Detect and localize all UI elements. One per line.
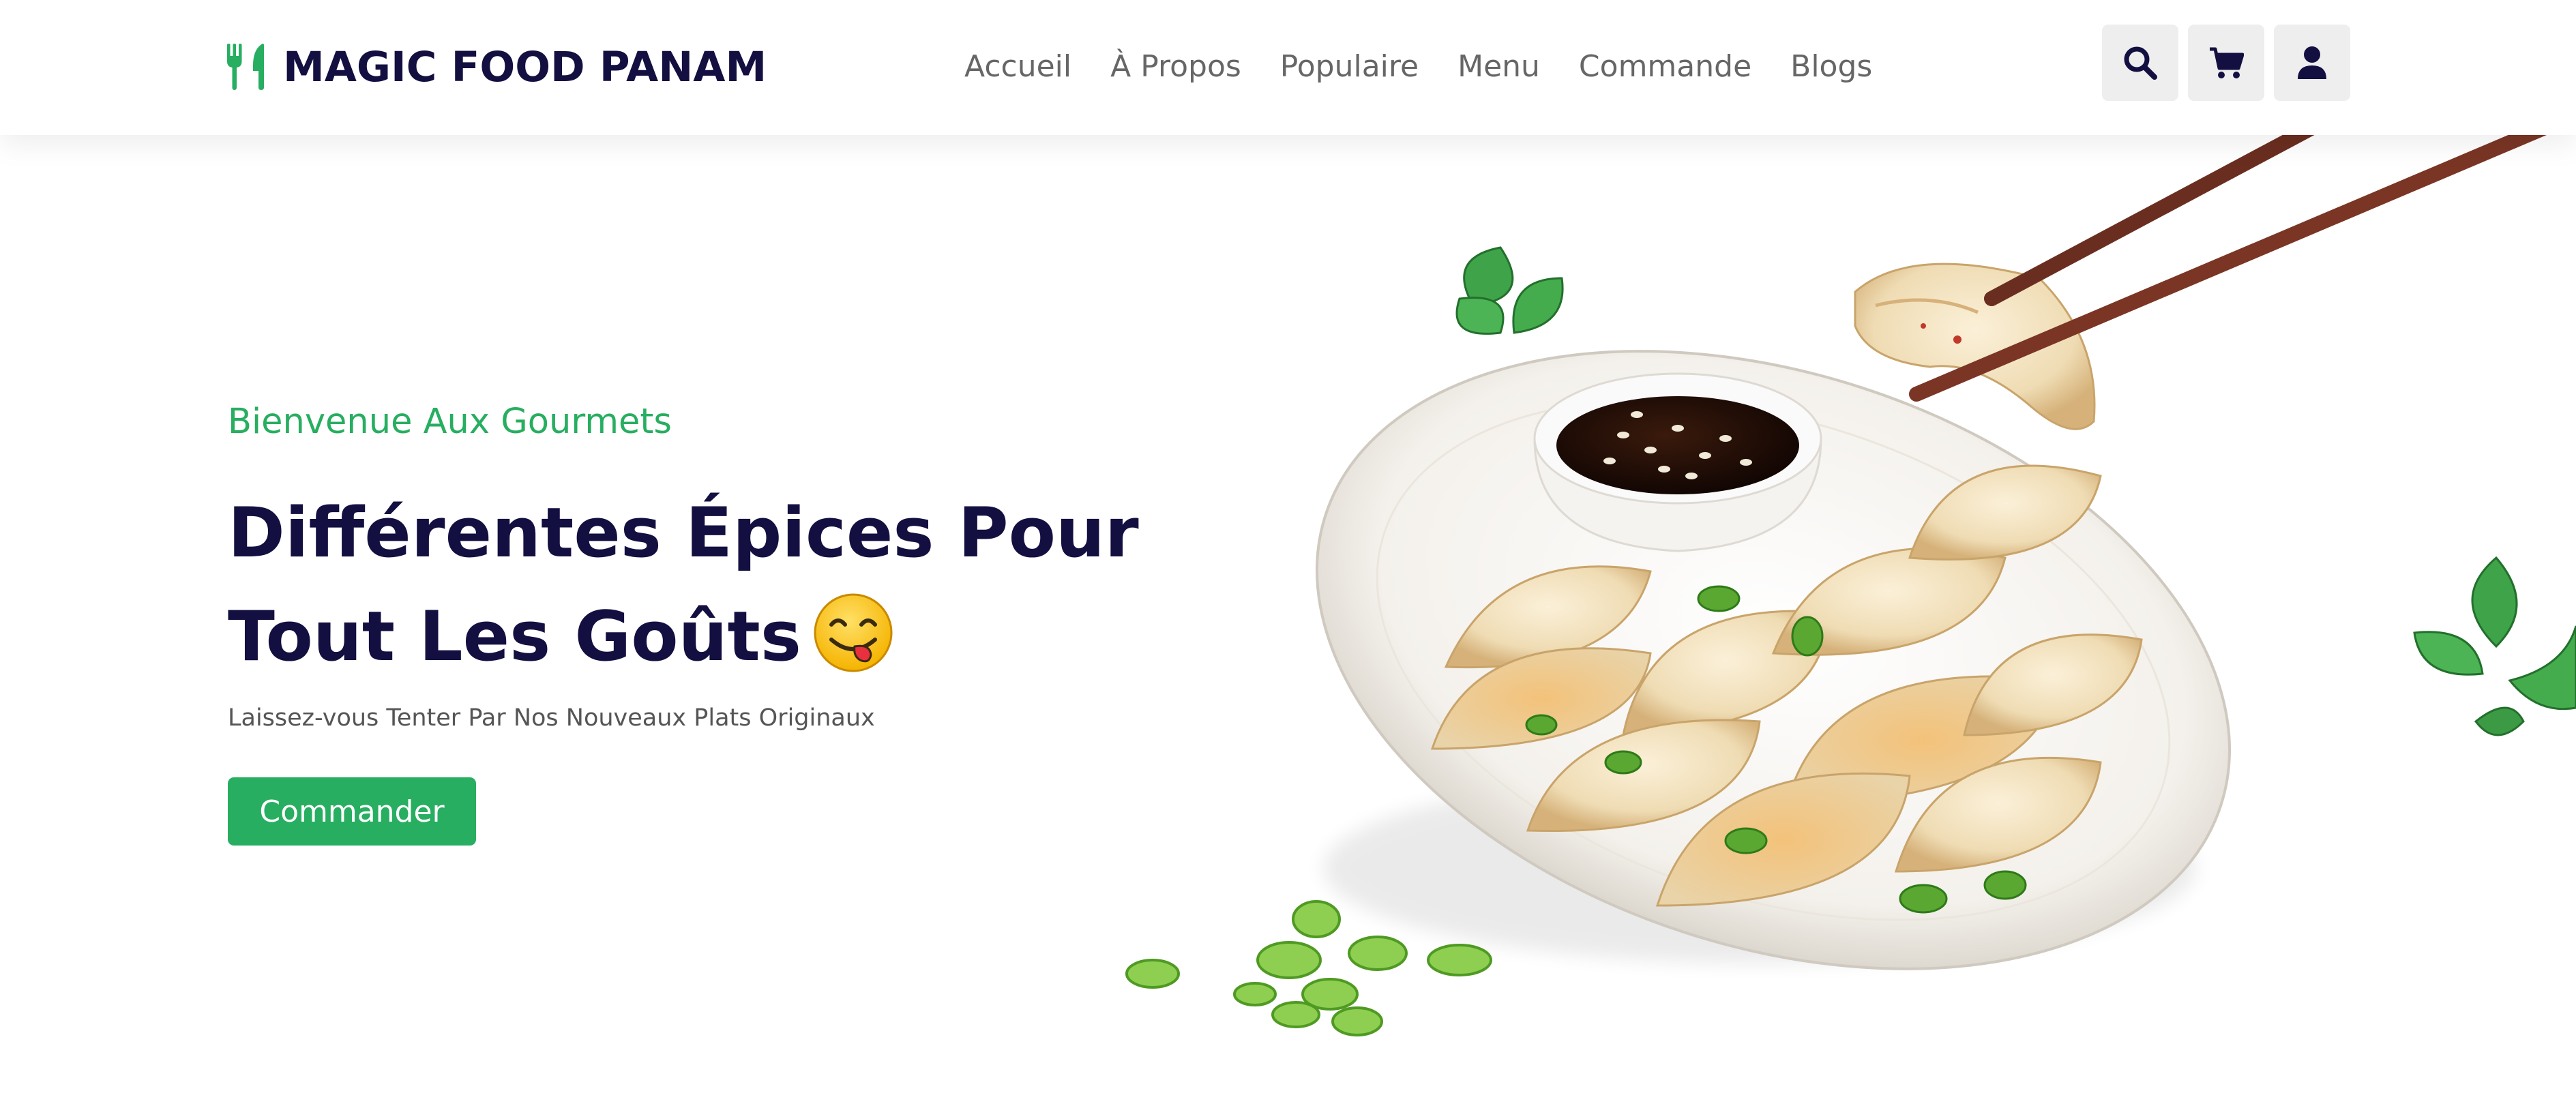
- nav-link-populaire[interactable]: Populaire: [1280, 52, 1419, 82]
- nav-link-menu[interactable]: Menu: [1457, 52, 1540, 82]
- user-icon: [2298, 46, 2326, 79]
- nav-link-a-propos[interactable]: À Propos: [1110, 52, 1241, 82]
- search-button[interactable]: [2102, 25, 2178, 101]
- nav-link-commande[interactable]: Commande: [1579, 52, 1751, 82]
- utensils-icon: [227, 44, 264, 90]
- chopsticks: [1909, 135, 2547, 402]
- cart-button[interactable]: [2188, 25, 2264, 101]
- soy-sauce-bowl: [1533, 372, 1822, 552]
- hero-title-text: Différentes Épices Pour Tout Les Goûts: [228, 492, 1139, 676]
- cart-icon: [2210, 47, 2244, 78]
- header-icon-group: [2102, 25, 2350, 101]
- face-savoring-food-emoji-icon: [814, 593, 893, 672]
- site-header: MAGIC FOOD PANAM Accueil À Propos Popula…: [0, 0, 2576, 135]
- brand-logo-link[interactable]: MAGIC FOOD PANAM: [227, 40, 767, 94]
- main-nav: Accueil À Propos Populaire Menu Commande…: [964, 41, 1872, 93]
- account-button[interactable]: [2274, 25, 2350, 101]
- mint-leaves-right: [2413, 556, 2576, 736]
- brand-name: MAGIC FOOD PANAM: [283, 42, 767, 91]
- nav-link-blogs[interactable]: Blogs: [1790, 52, 1872, 82]
- mint-leaves-top: [1455, 246, 1564, 335]
- nav-link-accueil[interactable]: Accueil: [964, 52, 1071, 82]
- dumplings-hero-image: [1125, 135, 2576, 1036]
- search-icon: [2124, 46, 2157, 80]
- hero-description: Laissez-vous Tenter Par Nos Nouveaux Pla…: [228, 704, 875, 732]
- order-button[interactable]: Commander: [228, 777, 476, 846]
